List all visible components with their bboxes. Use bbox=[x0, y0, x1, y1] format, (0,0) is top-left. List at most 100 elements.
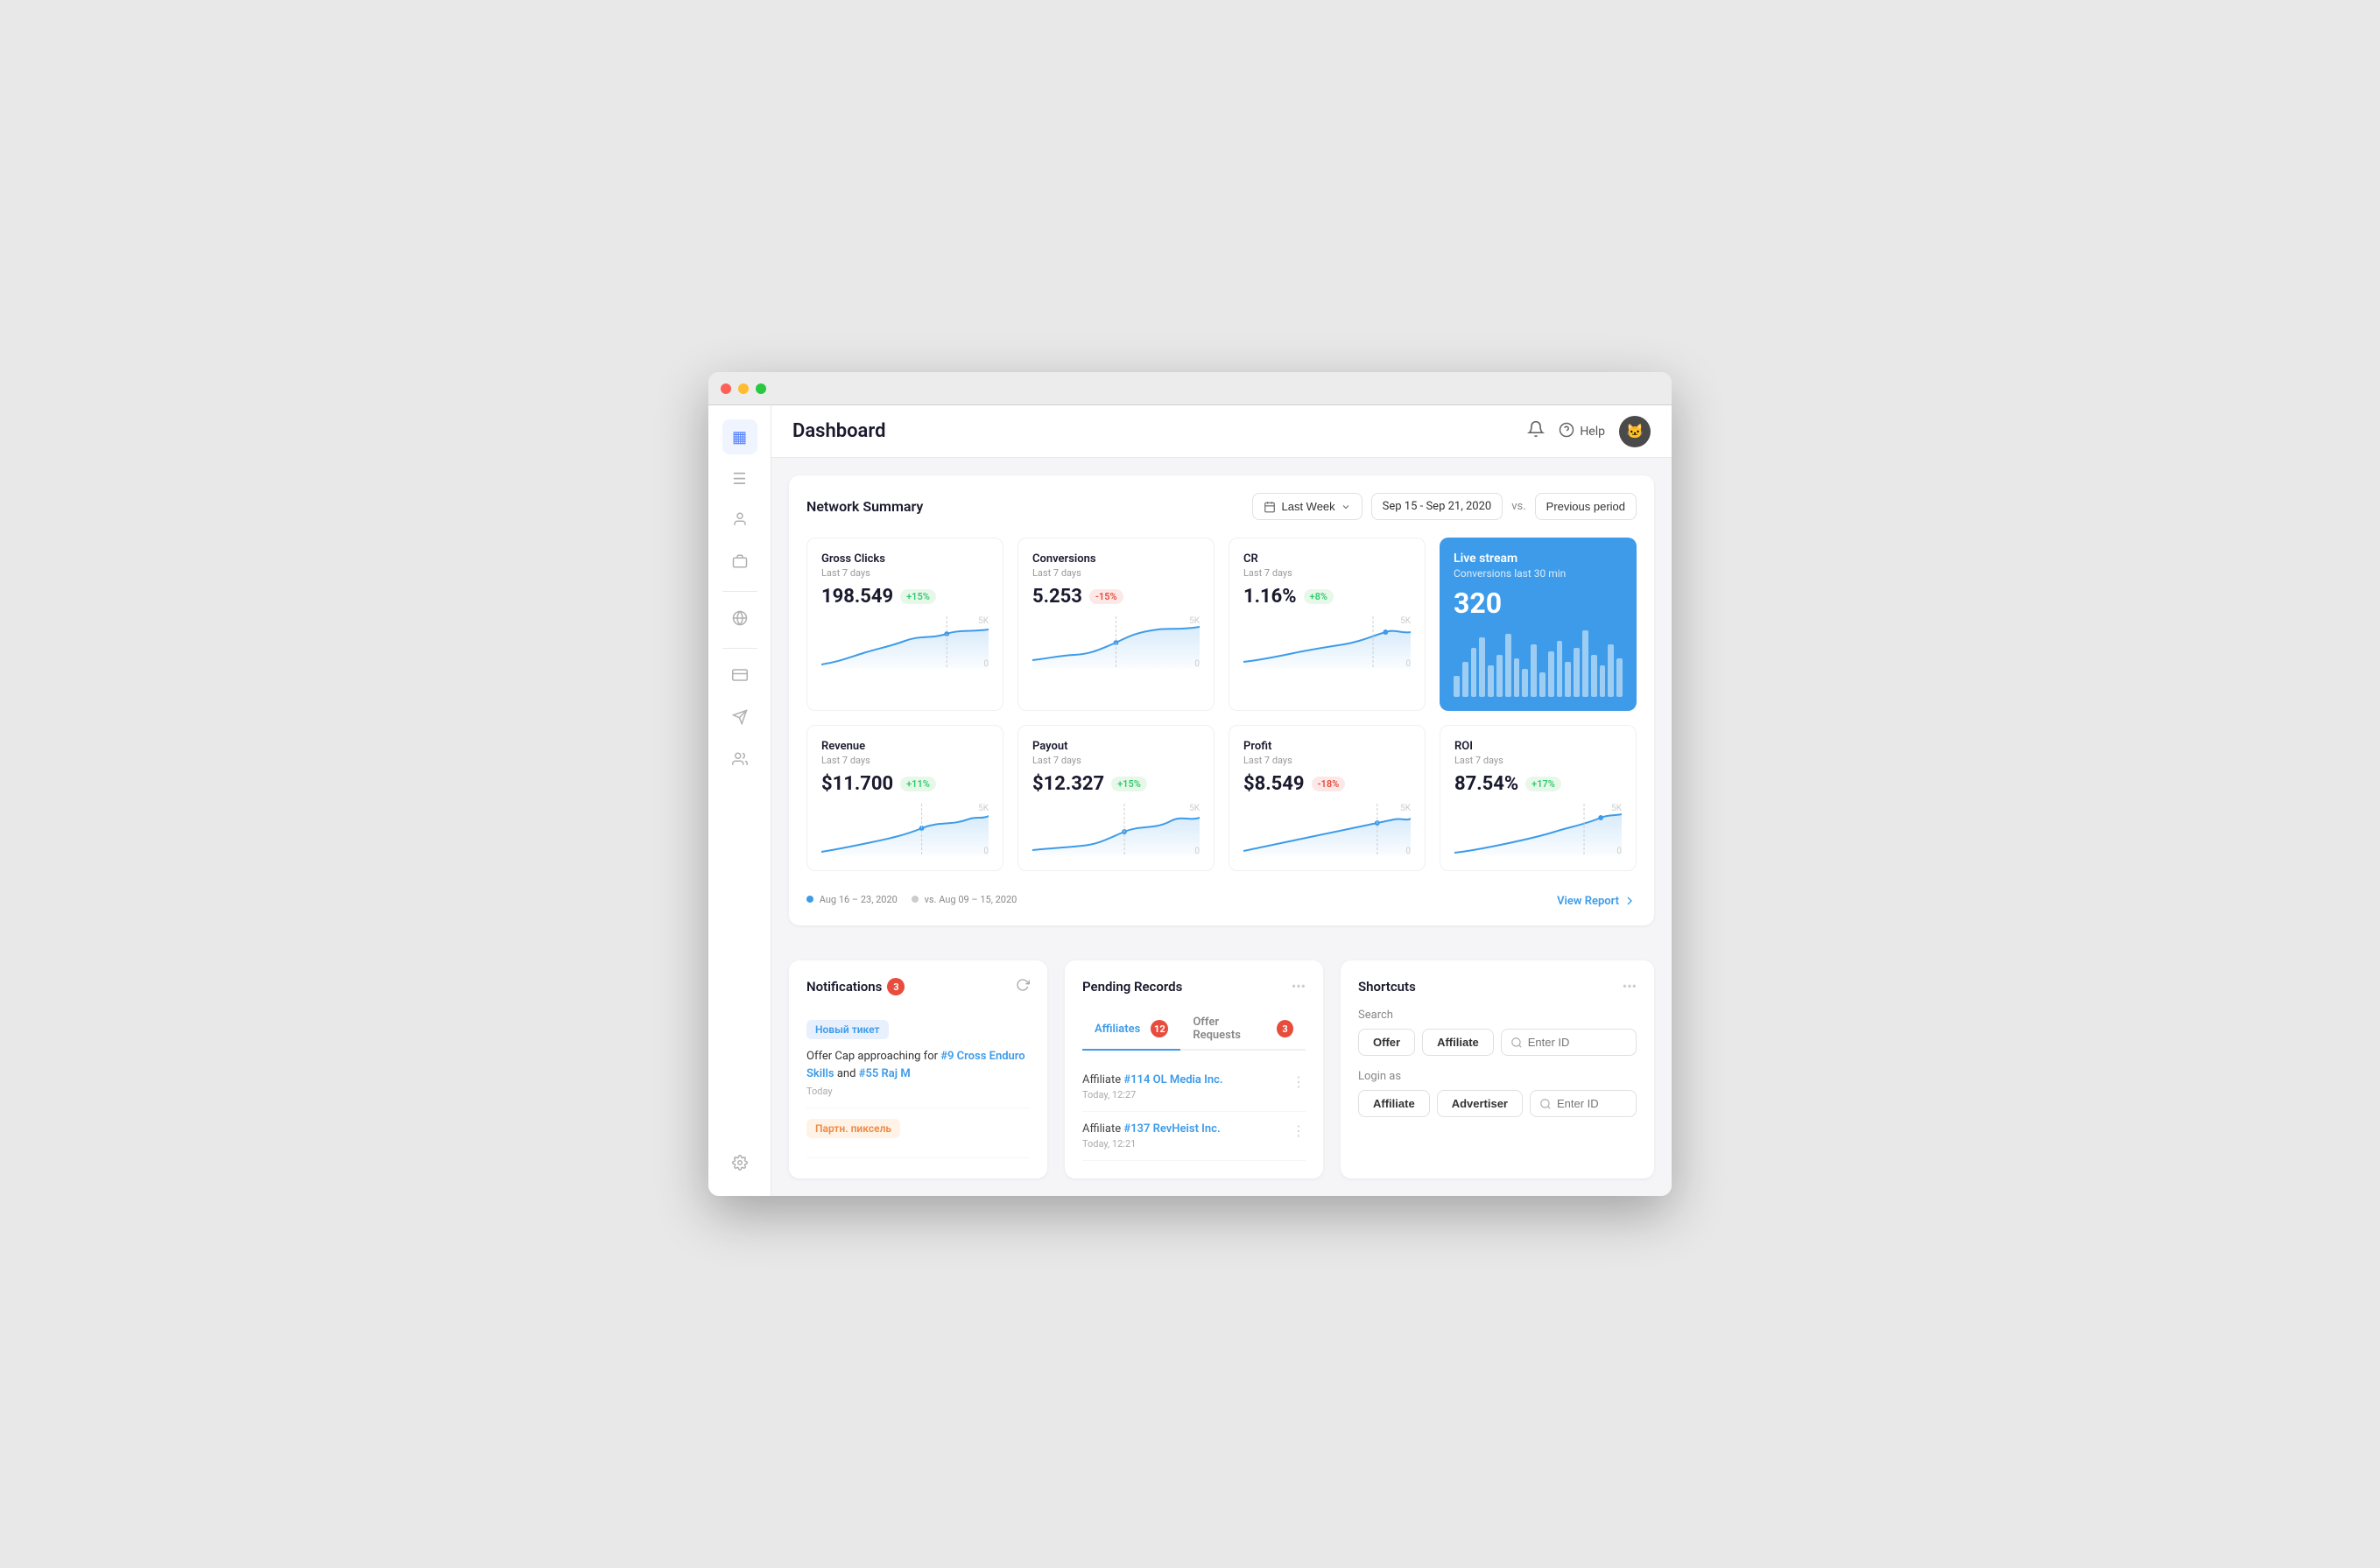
tab-offer-requests[interactable]: Offer Requests 3 bbox=[1180, 1009, 1306, 1051]
pending-item-2-link[interactable]: #137 RevHeist Inc. bbox=[1123, 1122, 1220, 1136]
login-label: Login as bbox=[1358, 1070, 1637, 1083]
payout-chart: 5K bbox=[1032, 804, 1200, 856]
pending-item-2-menu-icon[interactable]: ⋮ bbox=[1292, 1122, 1306, 1139]
divider-1 bbox=[722, 591, 757, 592]
notification-item-1: Новый тикет Offer Cap approaching for #9… bbox=[806, 1009, 1030, 1108]
login-id-input[interactable] bbox=[1557, 1097, 1627, 1110]
sidebar-item-dashboard[interactable]: ▦ bbox=[722, 419, 757, 454]
revenue-chart: 5K bbox=[821, 804, 989, 856]
sidebar-item-reports[interactable]: ☰ bbox=[722, 461, 757, 496]
divider-2 bbox=[722, 648, 757, 649]
search-label: Search bbox=[1358, 1009, 1637, 1022]
topbar: Dashboard bbox=[771, 405, 1672, 458]
globe-icon bbox=[732, 610, 748, 630]
metrics-row-1: Gross Clicks Last 7 days 198.549 +15% 5K bbox=[806, 538, 1637, 711]
metric-roi: ROI Last 7 days 87.54% +17% 5K bbox=[1440, 725, 1637, 871]
login-shortcut: Login as Affiliate Advertiser bbox=[1358, 1070, 1637, 1117]
tab-affiliates[interactable]: Affiliates 12 bbox=[1082, 1009, 1180, 1051]
sidebar-item-affiliates[interactable] bbox=[722, 503, 757, 538]
pending-item-1-label: Affiliate bbox=[1082, 1073, 1123, 1086]
sidebar-item-tools[interactable] bbox=[722, 545, 757, 580]
shortcuts-card: Shortcuts ••• Search Offer Affiliate bbox=[1341, 960, 1654, 1178]
cr-label: CR bbox=[1243, 552, 1411, 566]
profit-badge: -18% bbox=[1312, 777, 1346, 791]
notif-item-1-and: and bbox=[837, 1067, 859, 1080]
network-summary-card: Network Summary Last Week bbox=[789, 475, 1654, 925]
live-stream-bars bbox=[1454, 627, 1623, 697]
sidebar-item-billing[interactable] bbox=[722, 659, 757, 694]
legend-dot-prev bbox=[912, 896, 919, 903]
revenue-badge: +11% bbox=[900, 777, 936, 791]
roi-badge: +17% bbox=[1525, 777, 1561, 791]
affiliates-icon bbox=[732, 511, 748, 531]
shortcuts-title: Shortcuts bbox=[1358, 979, 1416, 995]
profit-chart: 5K bbox=[1243, 804, 1411, 856]
shortcuts-section: Search Offer Affiliate bbox=[1358, 1009, 1637, 1117]
metric-revenue: Revenue Last 7 days $11.700 +11% 5K bbox=[806, 725, 1003, 871]
search-id-input[interactable] bbox=[1528, 1036, 1598, 1049]
tab-offer-requests-label: Offer Requests bbox=[1193, 1016, 1266, 1042]
avatar[interactable]: 🐱 bbox=[1619, 416, 1651, 447]
reports-icon: ☰ bbox=[732, 470, 746, 489]
search-buttons: Offer Affiliate bbox=[1358, 1029, 1637, 1056]
chart-legend: Aug 16 – 23, 2020 vs. Aug 09 – 15, 2020 bbox=[806, 894, 1017, 905]
network-summary-title: Network Summary bbox=[806, 498, 923, 515]
pending-item-1-title: Affiliate #114 OL Media Inc. bbox=[1082, 1073, 1223, 1086]
close-button[interactable] bbox=[721, 383, 731, 394]
revenue-value: $11.700 bbox=[821, 773, 893, 795]
maximize-button[interactable] bbox=[756, 383, 766, 394]
metric-gross-clicks: Gross Clicks Last 7 days 198.549 +15% 5K bbox=[806, 538, 1003, 711]
payout-value: $12.327 bbox=[1032, 773, 1104, 795]
refresh-icon[interactable] bbox=[1016, 978, 1030, 995]
login-search-icon bbox=[1539, 1098, 1552, 1110]
notifications-card: Notifications 3 Новый тикет bbox=[789, 960, 1047, 1178]
gross-clicks-sublabel: Last 7 days bbox=[821, 567, 989, 579]
metric-live-stream: Live stream Conversions last 30 min 320 bbox=[1440, 538, 1637, 711]
tab-offer-requests-count: 3 bbox=[1277, 1020, 1293, 1037]
bottom-row: Notifications 3 Новый тикет bbox=[789, 960, 1654, 1178]
sidebar-item-users[interactable] bbox=[722, 743, 757, 778]
search-affiliate-button[interactable]: Affiliate bbox=[1422, 1029, 1494, 1056]
help-button[interactable]: Help bbox=[1559, 422, 1605, 441]
date-picker-button[interactable]: Last Week bbox=[1252, 493, 1362, 520]
sidebar-item-globe[interactable] bbox=[722, 602, 757, 637]
date-picker-label: Last Week bbox=[1281, 500, 1334, 513]
sidebar-item-campaigns[interactable] bbox=[722, 701, 757, 736]
gross-clicks-chart: 5K bbox=[821, 616, 989, 669]
conversions-value: 5.253 bbox=[1032, 586, 1082, 608]
notifications-title: Notifications bbox=[806, 979, 882, 995]
notifications-title-group: Notifications 3 bbox=[806, 978, 905, 995]
login-input-wrapper bbox=[1530, 1090, 1637, 1117]
view-report-button[interactable]: View Report bbox=[1557, 894, 1637, 908]
revenue-label: Revenue bbox=[821, 740, 989, 753]
profit-sublabel: Last 7 days bbox=[1243, 755, 1411, 766]
search-icon bbox=[1510, 1037, 1523, 1049]
shortcuts-menu-icon[interactable]: ••• bbox=[1623, 978, 1637, 995]
bell-icon[interactable] bbox=[1527, 420, 1545, 442]
pending-item-1-menu-icon[interactable]: ⋮ bbox=[1292, 1073, 1306, 1090]
previous-period-button[interactable]: Previous period bbox=[1535, 493, 1637, 520]
notif-item-1-link2[interactable]: #55 Raj M bbox=[859, 1067, 911, 1080]
tab-affiliates-label: Affiliates bbox=[1095, 1023, 1140, 1036]
pending-item-2: Affiliate #137 RevHeist Inc. Today, 12:2… bbox=[1082, 1112, 1306, 1161]
pending-item-2-title: Affiliate #137 RevHeist Inc. bbox=[1082, 1122, 1221, 1136]
notif-item-1-title: Offer Cap approaching for #9 Cross Endur… bbox=[806, 1048, 1030, 1082]
notifications-count: 3 bbox=[887, 978, 905, 995]
minimize-button[interactable] bbox=[738, 383, 749, 394]
login-advertiser-button[interactable]: Advertiser bbox=[1437, 1090, 1523, 1117]
pending-item-1-link[interactable]: #114 OL Media Inc. bbox=[1123, 1073, 1222, 1086]
pending-records-tabs: Affiliates 12 Offer Requests 3 bbox=[1082, 1009, 1306, 1051]
network-summary-header: Network Summary Last Week bbox=[806, 493, 1637, 520]
profit-label: Profit bbox=[1243, 740, 1411, 753]
sidebar-item-settings[interactable] bbox=[722, 1147, 757, 1182]
search-offer-button[interactable]: Offer bbox=[1358, 1029, 1415, 1056]
login-affiliate-button[interactable]: Affiliate bbox=[1358, 1090, 1430, 1117]
billing-icon bbox=[732, 667, 748, 687]
pending-item-1-content: Affiliate #114 OL Media Inc. Today, 12:2… bbox=[1082, 1073, 1223, 1100]
pending-records-header: Pending Records ••• bbox=[1082, 978, 1306, 995]
notif-item-1-text: Offer Cap approaching for bbox=[806, 1050, 940, 1063]
pending-records-menu-icon[interactable]: ••• bbox=[1292, 978, 1306, 995]
gross-clicks-value: 198.549 bbox=[821, 586, 893, 608]
live-stream-value: 320 bbox=[1454, 587, 1623, 620]
date-range-text: Sep 15 - Sep 21, 2020 bbox=[1371, 493, 1503, 520]
